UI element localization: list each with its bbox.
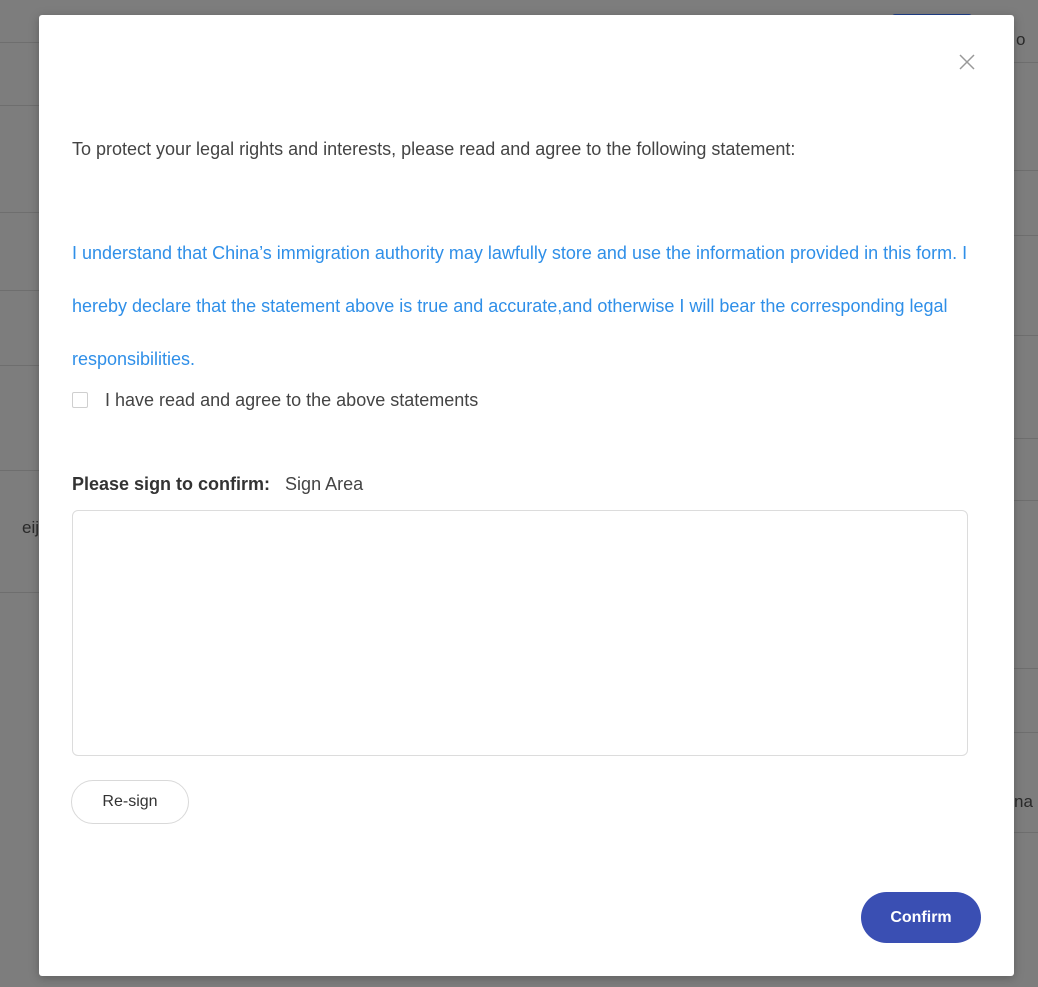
close-icon <box>959 54 975 70</box>
intro-text: To protect your legal rights and interes… <box>72 139 796 159</box>
agree-label: I have read and agree to the above state… <box>105 389 479 410</box>
signature-modal: To protect your legal rights and interes… <box>39 15 1014 976</box>
sign-label: Please sign to confirm: <box>72 474 271 494</box>
resign-button[interactable]: Re-sign <box>71 780 189 824</box>
sign-area-label: Sign Area <box>285 474 364 494</box>
close-button[interactable] <box>956 51 978 73</box>
signature-pad[interactable] <box>72 510 968 756</box>
agree-checkbox-row[interactable]: I have read and agree to the above state… <box>72 388 478 412</box>
legal-statement: I understand that China’s immigration au… <box>72 243 968 369</box>
confirm-button[interactable]: Confirm <box>861 892 981 943</box>
sign-prompt: Please sign to confirm: Sign Area <box>72 474 363 495</box>
agree-checkbox[interactable] <box>72 392 88 408</box>
